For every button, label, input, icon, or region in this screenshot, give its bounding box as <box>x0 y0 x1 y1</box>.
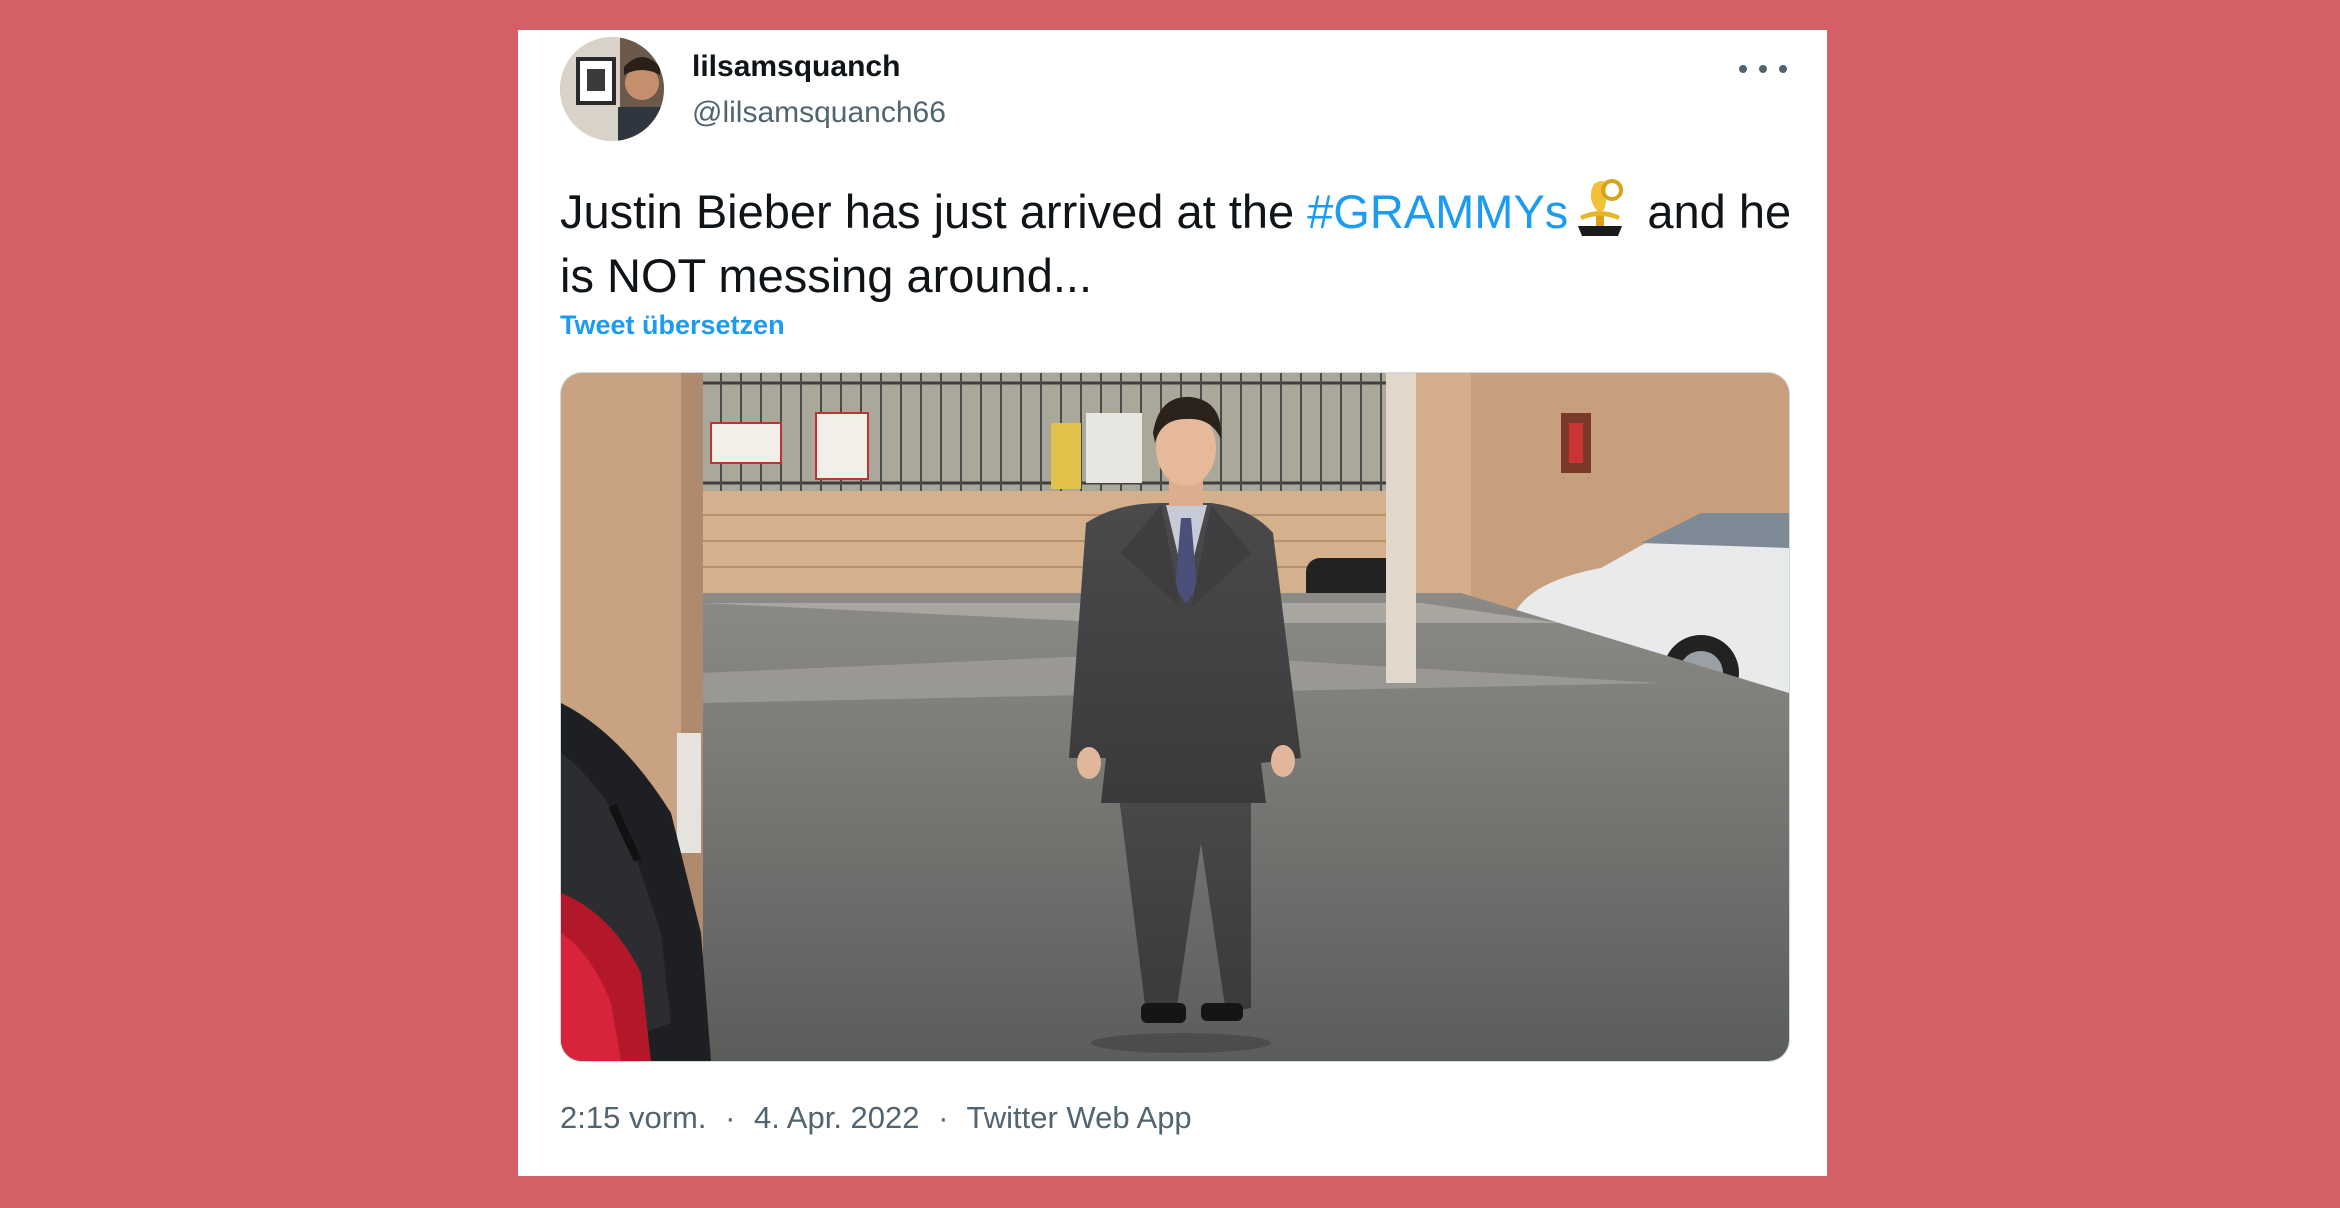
tweet-footer: 2:15 vorm. · 4. Apr. 2022 · Twitter Web … <box>560 1100 1192 1136</box>
photo-scene <box>561 373 1789 1061</box>
dot <box>1739 65 1747 73</box>
tweet-date[interactable]: 4. Apr. 2022 <box>754 1100 919 1135</box>
dot <box>1779 65 1787 73</box>
more-options-icon[interactable] <box>1739 54 1787 84</box>
tweet-text-start: Justin Bieber has just arrived at the <box>560 185 1308 238</box>
tweet-time[interactable]: 2:15 vorm. <box>560 1100 706 1135</box>
tweet-card: lilsamsquanch @lilsamsquanch66 Justin Bi… <box>518 30 1827 1176</box>
tweet-text: Justin Bieber has just arrived at the #G… <box>560 178 1800 308</box>
avatar-photo <box>560 37 664 141</box>
avatar[interactable] <box>560 37 664 141</box>
tweet-source[interactable]: Twitter Web App <box>967 1100 1192 1135</box>
translate-tweet-link[interactable]: Tweet übersetzen <box>560 310 785 341</box>
tweet-photo[interactable] <box>560 372 1790 1062</box>
separator: · <box>725 1100 736 1135</box>
grammy-trophy-icon <box>1572 178 1628 238</box>
author-handle[interactable]: @lilsamsquanch66 <box>692 96 946 130</box>
hashtag-link[interactable]: #GRAMMYs <box>1307 185 1568 238</box>
dot <box>1759 65 1767 73</box>
separator: · <box>938 1100 949 1135</box>
author-display-name[interactable]: lilsamsquanch <box>692 50 900 84</box>
